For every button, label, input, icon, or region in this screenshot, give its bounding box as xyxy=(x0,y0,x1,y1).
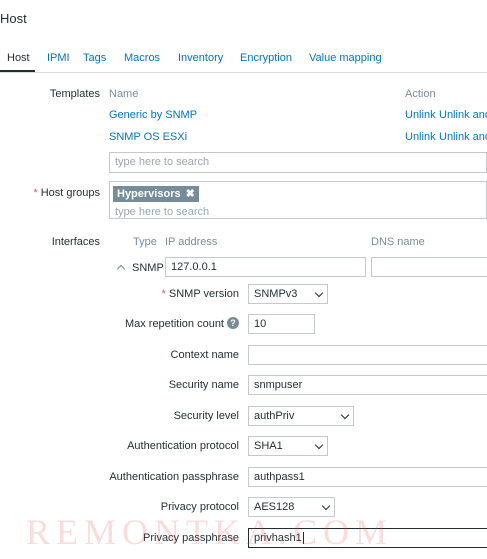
template-search-input[interactable]: type here to search xyxy=(109,152,487,173)
templates-col-name: Name xyxy=(109,88,139,100)
auth-protocol-value: SHA1 xyxy=(254,440,283,452)
max-repetition-label: Max repetition count xyxy=(124,318,224,330)
snmp-version-value: SNMPv3 xyxy=(254,288,298,300)
auth-passphrase-input[interactable]: authpass1 xyxy=(248,467,487,487)
security-name-input[interactable]: snmpuser xyxy=(248,375,487,395)
auth-passphrase-label: Authentication passphrase xyxy=(109,471,239,483)
interface-ip-input[interactable]: 127.0.0.1 xyxy=(165,257,366,277)
required-mark: * xyxy=(33,187,38,199)
snmp-version-select[interactable]: SNMPv3 xyxy=(248,284,328,304)
host-groups-label: * Host groups xyxy=(33,187,100,199)
host-groups-multiselect[interactable]: Hypervisors ✖ type here to search xyxy=(109,181,487,219)
snmp-version-label-text: SNMP version xyxy=(168,288,239,300)
interfaces-col-dns: DNS name xyxy=(371,236,425,248)
tab-value-mapping[interactable]: Value mapping xyxy=(309,52,382,64)
template-link-snmp-os-esxi[interactable]: SNMP OS ESXi xyxy=(109,131,187,143)
interfaces-col-ip: IP address xyxy=(165,236,218,248)
watermark-logo: REMONTKA.COM xyxy=(26,512,394,552)
tab-macros[interactable]: Macros xyxy=(124,52,160,64)
auth-protocol-label: Authentication protocol xyxy=(127,440,239,452)
tab-inventory[interactable]: Inventory xyxy=(178,52,223,64)
template-unlink-clear-button[interactable]: Unlink and xyxy=(439,109,487,121)
interface-type: SNMP xyxy=(132,262,164,274)
host-groups-search-input[interactable]: type here to search xyxy=(115,206,209,218)
context-name-input[interactable] xyxy=(248,345,487,365)
tab-host[interactable]: Host xyxy=(7,52,30,64)
templates-label: Templates xyxy=(49,88,100,100)
tab-ipmi[interactable]: IPMI xyxy=(47,52,70,64)
tab-bar: Host IPMI Tags Macros Inventory Encrypti… xyxy=(0,46,487,73)
template-unlink-clear-button[interactable]: Unlink and xyxy=(439,131,487,143)
collapse-icon[interactable] xyxy=(116,264,126,274)
host-form: Templates Name Action Generic by SNMP Un… xyxy=(0,73,487,559)
template-unlink-button[interactable]: Unlink xyxy=(405,109,436,121)
chevron-down-icon xyxy=(314,288,324,298)
chevron-down-icon xyxy=(340,410,350,420)
max-repetition-input[interactable]: 10 xyxy=(248,314,315,334)
security-level-select[interactable]: authPriv xyxy=(248,406,354,426)
templates-col-action: Action xyxy=(405,88,436,100)
context-name-label: Context name xyxy=(170,349,239,361)
tab-encryption[interactable]: Encryption xyxy=(240,52,292,64)
interfaces-col-type: Type xyxy=(133,236,157,248)
host-group-chip-label: Hypervisors xyxy=(117,188,181,200)
remove-chip-icon[interactable]: ✖ xyxy=(186,188,195,200)
security-level-value: authPriv xyxy=(254,410,295,422)
auth-protocol-select[interactable]: SHA1 xyxy=(248,436,328,456)
page-title: Host xyxy=(0,11,27,26)
active-tab-indicator xyxy=(0,70,35,72)
help-icon[interactable]: ? xyxy=(227,317,239,329)
host-group-chip: Hypervisors ✖ xyxy=(113,186,199,202)
tab-tags[interactable]: Tags xyxy=(83,52,106,64)
template-link-generic-snmp[interactable]: Generic by SNMP xyxy=(109,109,197,121)
interfaces-label: Interfaces xyxy=(51,236,100,248)
chevron-down-icon xyxy=(321,501,331,511)
template-unlink-button[interactable]: Unlink xyxy=(405,131,436,143)
security-level-label: Security level xyxy=(173,410,239,422)
interface-dns-input[interactable] xyxy=(371,257,487,277)
chevron-down-icon xyxy=(314,440,324,450)
required-mark: * xyxy=(161,288,166,300)
host-groups-label-text: Host groups xyxy=(40,187,100,199)
snmp-version-label: * SNMP version xyxy=(162,288,239,300)
security-name-label: Security name xyxy=(168,379,239,391)
